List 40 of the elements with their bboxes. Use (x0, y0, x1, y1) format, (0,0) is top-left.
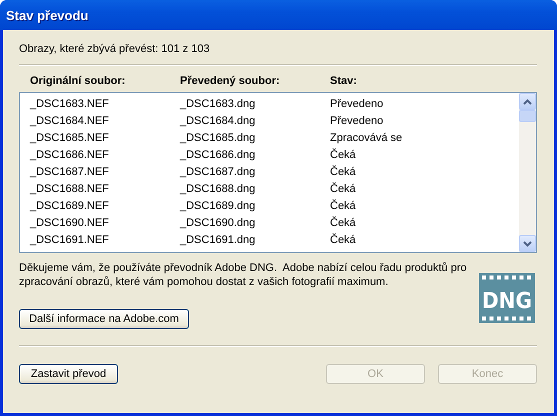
table-cell: Čeká (330, 182, 356, 194)
table-cell: _DSC1688.dng (180, 182, 256, 194)
table-cell: _DSC1684.NEF (30, 114, 109, 126)
table-cell: _DSC1683.dng (180, 98, 256, 110)
table-cell: _DSC1690.NEF (30, 216, 109, 228)
scroll-up-button[interactable] (519, 93, 536, 110)
table-cell: Čeká (330, 166, 356, 178)
column-header: Převedený soubor: (180, 75, 280, 87)
table-cell: Čeká (330, 234, 356, 246)
thank-you-message: Děkujeme vám, že používáte převodník Adobe DNG. Adobe nabízí celou řadu produktů pro zpracování obrazů, které vám pomohou dostat z vašich fotografií maximum. (19, 261, 468, 289)
table-cell: _DSC1688.NEF (30, 182, 109, 194)
table-cell: _DSC1686.dng (180, 148, 256, 160)
table-cell: _DSC1690.dng (180, 216, 256, 228)
vertical-scrollbar[interactable] (519, 93, 536, 252)
table-cell: _DSC1687.NEF (30, 166, 109, 178)
table-cell: _DSC1685.dng (180, 132, 256, 144)
table-cell: Čeká (330, 216, 356, 228)
stop-conversion-button[interactable]: Zastavit převod (19, 364, 118, 384)
window-title: Stav převodu (6, 8, 88, 22)
table-cell: _DSC1691.NEF (30, 234, 109, 246)
table-cell: Čeká (330, 200, 356, 212)
table-cell: _DSC1689.NEF (30, 200, 109, 212)
table-cell: _DSC1685.NEF (30, 132, 109, 144)
table-cell: _DSC1689.dng (180, 200, 256, 212)
scroll-down-button[interactable] (519, 235, 536, 252)
table-cell: Zpracovává se (330, 132, 402, 144)
table-cell: Převedeno (330, 98, 384, 110)
remaining-count-label: Obrazy, které zbývá převést: 101 z 103 (19, 43, 210, 55)
scroll-thumb[interactable] (519, 110, 536, 122)
column-header: Originální soubor: (30, 75, 126, 87)
table-cell: Čeká (330, 148, 356, 160)
table-cell: _DSC1686.NEF (30, 148, 109, 160)
more-info-button[interactable]: Další informace na Adobe.com (19, 309, 189, 329)
dng-logo: DNG (479, 273, 535, 323)
table-cell: _DSC1687.dng (180, 166, 256, 178)
table-cell: Převedeno (330, 114, 384, 126)
column-header: Stav: (330, 75, 357, 87)
table-cell: _DSC1684.dng (180, 114, 256, 126)
table-cell: _DSC1691.dng (180, 234, 256, 246)
table-cell: _DSC1683.NEF (30, 98, 109, 110)
